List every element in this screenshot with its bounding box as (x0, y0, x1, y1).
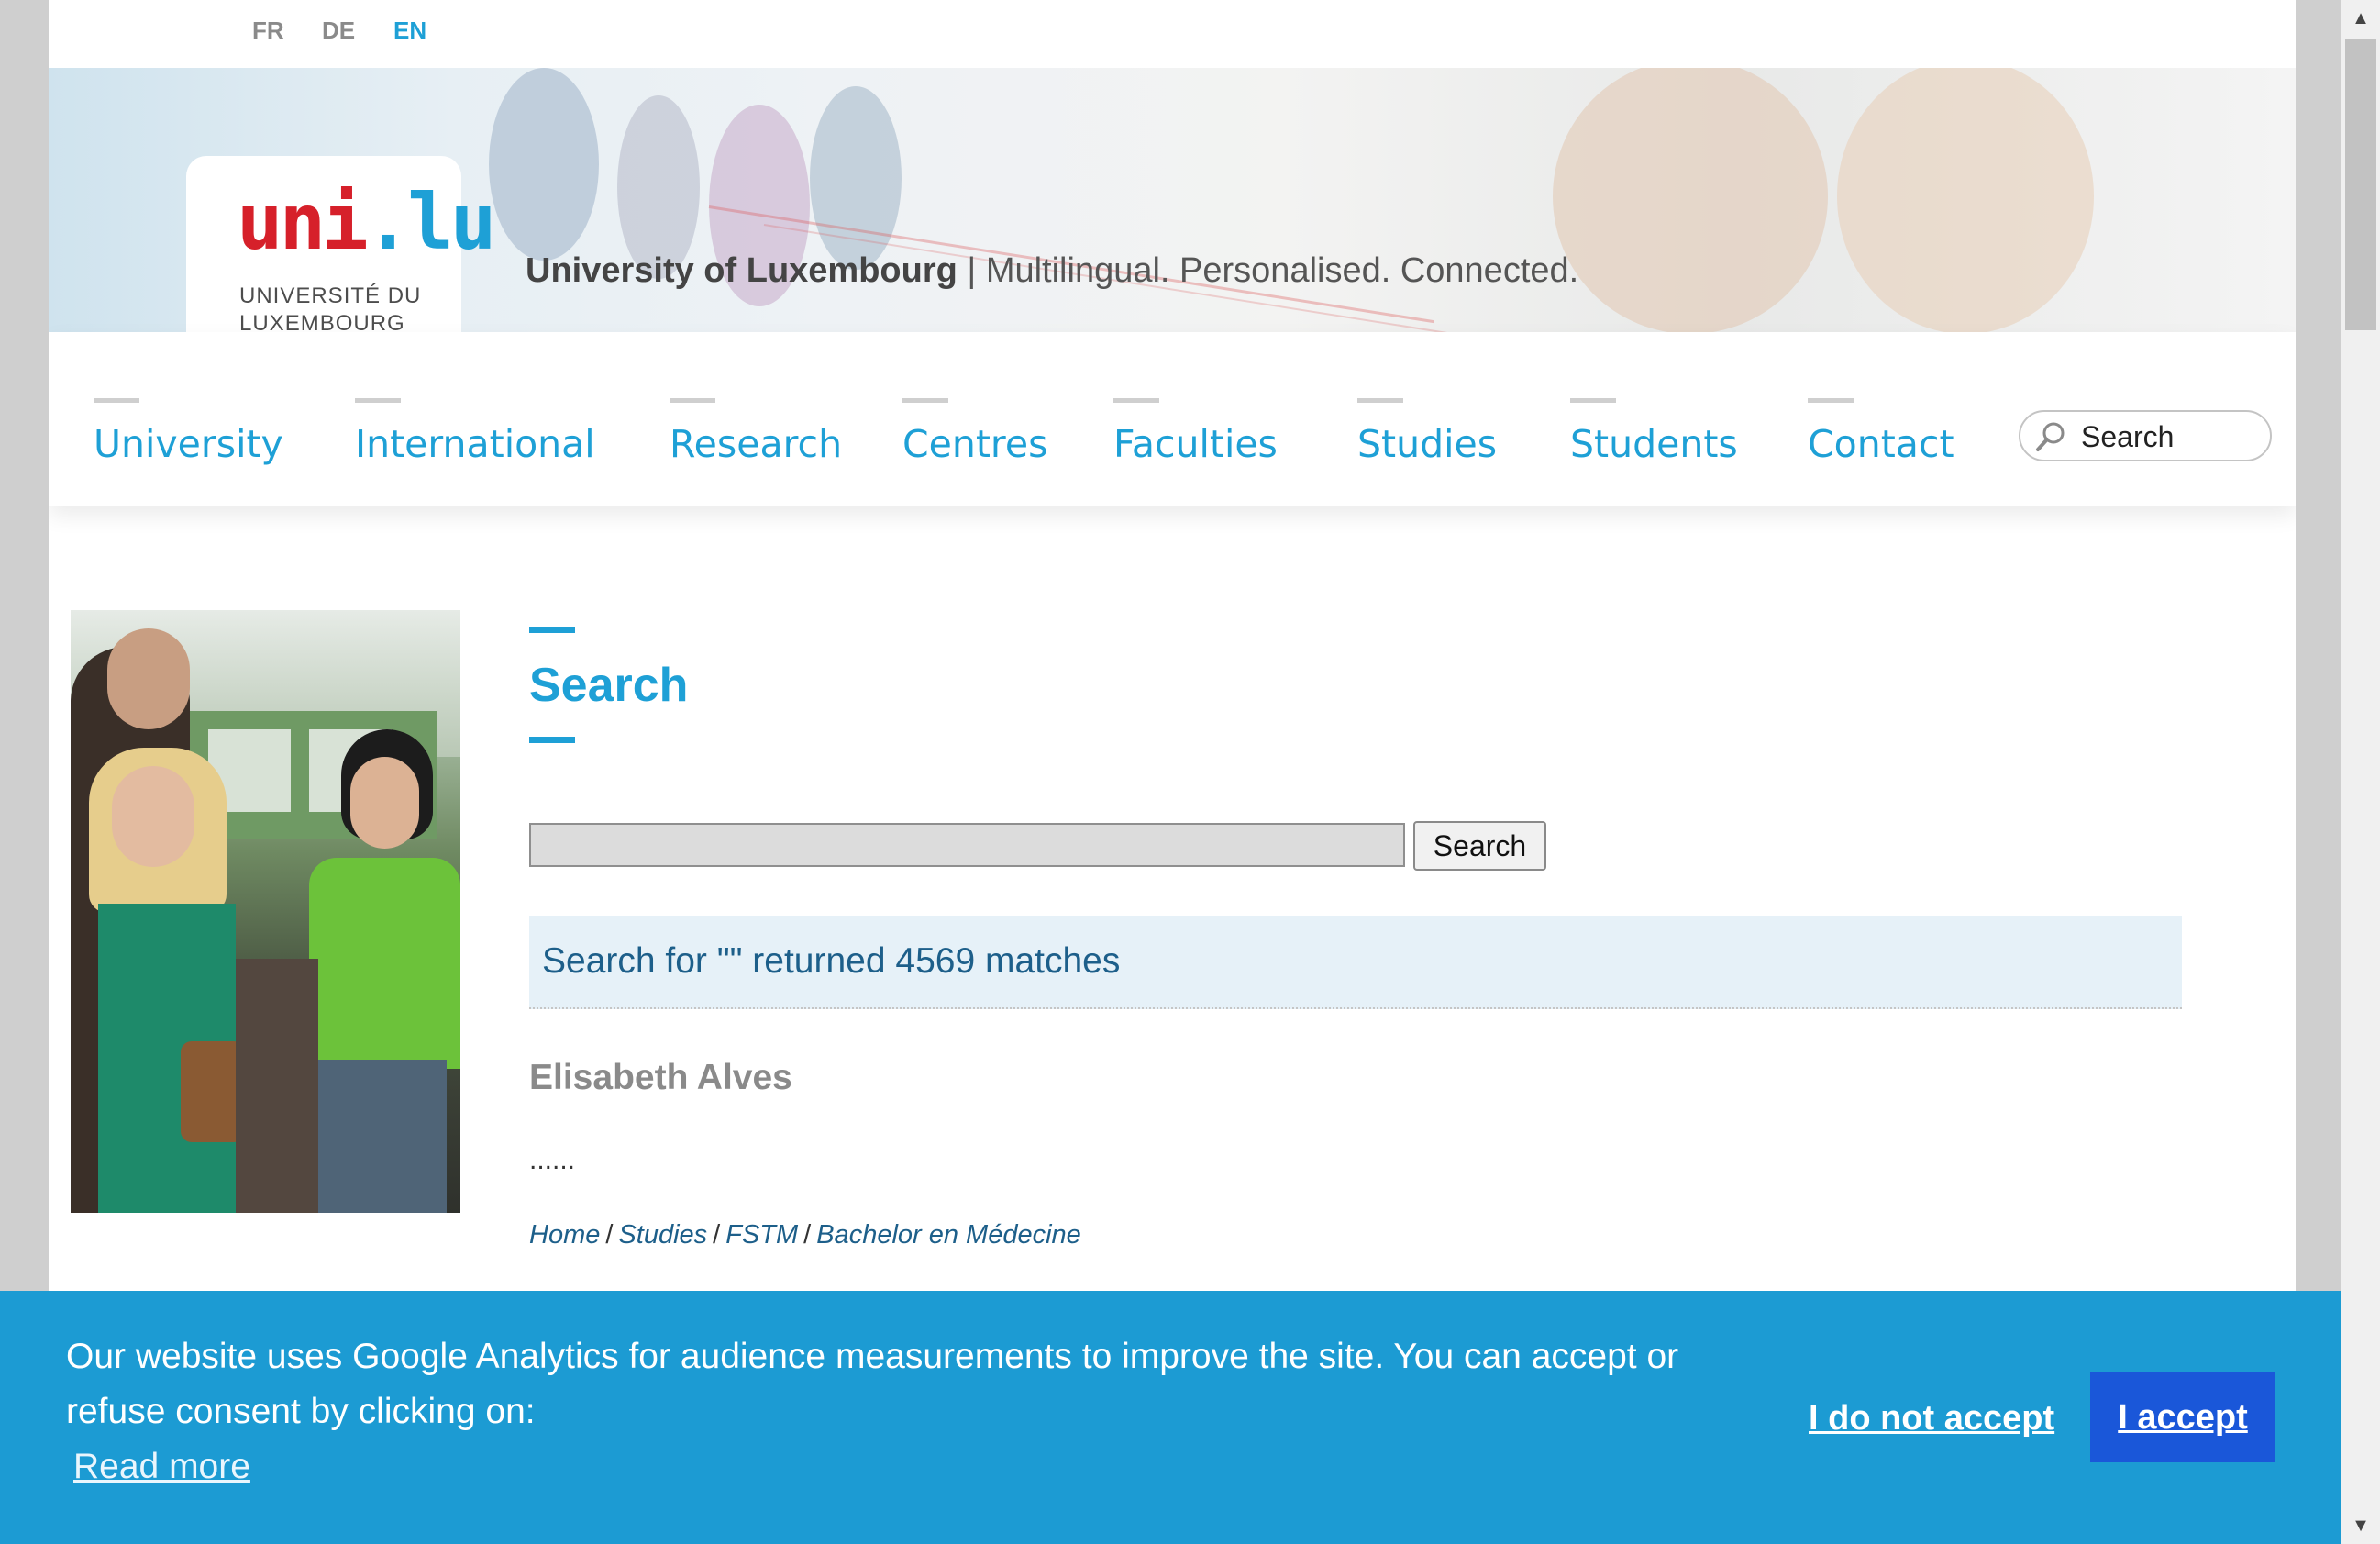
page-title: Search (529, 659, 689, 712)
title-accent-bar (529, 737, 575, 743)
cookie-message: Our website uses Google Analytics for au… (66, 1337, 1679, 1431)
read-more-link[interactable]: Read more (73, 1447, 250, 1487)
side-photo (71, 610, 460, 1213)
logo-subtitle: UNIVERSITÉ DU LUXEMBOURG (239, 283, 422, 332)
scroll-up-arrow-icon[interactable]: ▲ (2341, 0, 2380, 37)
banner-figure (489, 68, 599, 261)
logo[interactable]: uni.lu UNIVERSITÉ DU LUXEMBOURG (186, 156, 496, 332)
breadcrumb-studies[interactable]: Studies (618, 1220, 707, 1250)
breadcrumb: Home / Studies / FSTM / Bachelor en Médecine (529, 1220, 1081, 1250)
banner-figure (810, 86, 902, 270)
title-accent-bar (529, 627, 575, 633)
header-banner: uni.lu UNIVERSITÉ DU LUXEMBOURG Universi… (49, 68, 2296, 332)
lang-fr-link[interactable]: FR (252, 17, 284, 45)
lang-de-link[interactable]: DE (322, 17, 355, 45)
header-search-box[interactable] (2019, 410, 2272, 461)
decline-button[interactable]: I do not accept (1809, 1399, 2054, 1438)
breadcrumb-fstm[interactable]: FSTM (725, 1220, 798, 1250)
results-summary: Search for "" returned 4569 matches (529, 916, 2182, 1009)
banner-face (1837, 68, 2094, 332)
breadcrumb-home[interactable]: Home (529, 1220, 600, 1250)
scrollbar[interactable]: ▲ ▼ (2341, 0, 2380, 1544)
search-input[interactable] (529, 823, 1405, 867)
tagline: University of Luxembourg | Multilingual.… (526, 251, 1579, 290)
result-title-link[interactable]: Elisabeth Alves (529, 1058, 792, 1098)
scrollbar-thumb[interactable] (2345, 39, 2376, 330)
language-bar: FR DE EN (49, 0, 2296, 68)
cookie-consent-banner: Our website uses Google Analytics for au… (0, 1291, 2341, 1544)
header-search-input[interactable] (2081, 419, 2260, 454)
accept-button[interactable]: I accept (2090, 1372, 2275, 1462)
logo-mark: uni.lu (237, 177, 496, 267)
breadcrumb-bachelor-medecine[interactable]: Bachelor en Médecine (816, 1220, 1081, 1250)
results-summary-text: Search for "" returned 4569 matches (542, 941, 1121, 981)
scroll-down-arrow-icon[interactable]: ▼ (2341, 1507, 2380, 1544)
main-nav: University International Research Centre… (49, 332, 2296, 506)
result-snippet: ...... (529, 1145, 576, 1175)
magnifier-icon (2036, 422, 2065, 451)
banner-face (1553, 68, 1828, 332)
lang-en-link[interactable]: EN (393, 17, 426, 45)
search-button[interactable]: Search (1413, 821, 1546, 871)
